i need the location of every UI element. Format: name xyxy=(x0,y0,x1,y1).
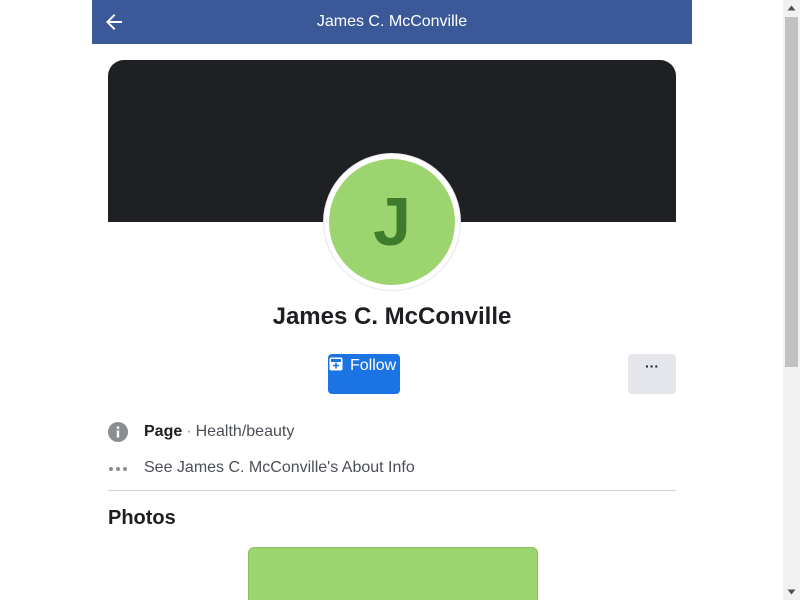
triangle-up-icon xyxy=(787,5,796,11)
triangle-down-icon xyxy=(787,589,796,595)
avatar[interactable]: J xyxy=(324,154,460,290)
more-options-button[interactable]: ··· xyxy=(628,354,676,394)
divider xyxy=(108,490,676,491)
follow-plus-icon xyxy=(329,357,343,371)
follow-button[interactable]: Follow xyxy=(328,354,400,394)
header-title: James C. McConville xyxy=(316,13,468,30)
category-label: Health/beauty xyxy=(195,423,295,440)
follow-label: Follow xyxy=(350,357,397,374)
info-icon xyxy=(108,422,128,442)
about-info-link[interactable]: See James C. McConville's About Info xyxy=(108,456,676,480)
page-category-row: Page · Health/beauty xyxy=(108,420,676,444)
more-horizontal-icon xyxy=(109,467,127,471)
scroll-down-button[interactable] xyxy=(783,583,800,600)
avatar-initial: J xyxy=(329,159,455,285)
page: James C. McConville J James C. McConvill… xyxy=(0,0,800,600)
page-type-label: Page xyxy=(144,423,183,440)
scrollbar-thumb[interactable] xyxy=(785,17,798,367)
scroll-up-button[interactable] xyxy=(783,0,800,17)
separator: · xyxy=(186,423,192,440)
more-dots-icon: ··· xyxy=(645,358,659,374)
header-bar: James C. McConville xyxy=(92,0,692,44)
scrollbar[interactable] xyxy=(783,0,800,600)
photo-thumbnail[interactable] xyxy=(248,547,538,600)
photos-heading: Photos xyxy=(108,507,176,529)
page-category-text: Page · Health/beauty xyxy=(144,420,294,444)
about-info-text: See James C. McConville's About Info xyxy=(144,459,415,476)
profile-name: James C. McConville xyxy=(272,303,512,330)
